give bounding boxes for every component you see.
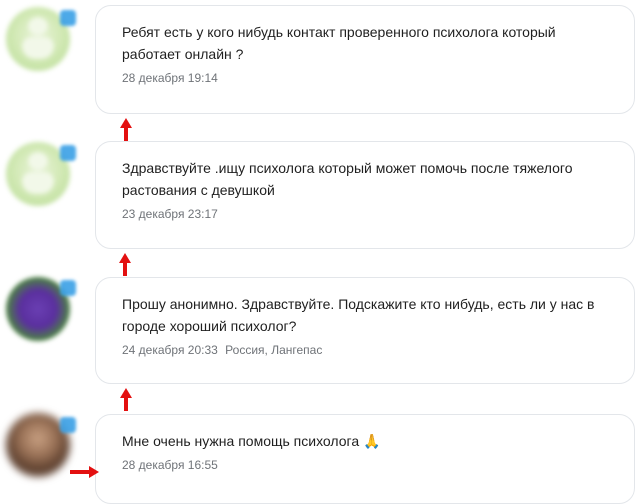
- red-arrow-up-icon: [120, 118, 132, 142]
- post-date[interactable]: 28 декабря 16:55: [122, 458, 218, 472]
- post-meta: 23 декабря 23:17: [122, 207, 608, 221]
- verified-badge-icon: [60, 417, 76, 433]
- post-text: Ребят есть у кого нибудь контакт провере…: [122, 24, 556, 62]
- post-meta: 24 декабря 20:33 Россия, Лангепас: [122, 343, 608, 357]
- post-location[interactable]: Россия, Лангепас: [225, 343, 322, 357]
- post-text-row: Мне очень нужна помощь психолога 🙏: [122, 430, 608, 452]
- post-card[interactable]: Ребят есть у кого нибудь контакт провере…: [95, 5, 635, 114]
- post-text: Мне очень нужна помощь психолога: [122, 433, 360, 449]
- post-meta: 28 декабря 19:14: [122, 71, 608, 85]
- post-date[interactable]: 28 декабря 19:14: [122, 71, 218, 85]
- verified-badge-icon: [60, 145, 76, 161]
- post-meta: 28 декабря 16:55: [122, 458, 608, 472]
- post-card[interactable]: Здравствуйте .ищу психолога который може…: [95, 141, 635, 249]
- post-date[interactable]: 23 декабря 23:17: [122, 207, 218, 221]
- red-arrow-up-icon: [120, 388, 132, 412]
- post-card[interactable]: Прошу анонимно. Здравствуйте. Подскажите…: [95, 277, 635, 384]
- red-arrow-right-icon: [70, 466, 100, 478]
- post-text: Прошу анонимно. Здравствуйте. Подскажите…: [122, 296, 595, 334]
- post-date[interactable]: 24 декабря 20:33: [122, 343, 218, 357]
- posts-feed: Ребят есть у кого нибудь контакт провере…: [0, 0, 641, 504]
- post-text: Здравствуйте .ищу психолога который може…: [122, 160, 573, 198]
- post-card[interactable]: Мне очень нужна помощь психолога 🙏 28 де…: [95, 414, 635, 504]
- red-arrow-up-icon: [119, 253, 131, 277]
- verified-badge-icon: [60, 10, 76, 26]
- praying-hands-icon: 🙏: [363, 433, 381, 449]
- verified-badge-icon: [60, 280, 76, 296]
